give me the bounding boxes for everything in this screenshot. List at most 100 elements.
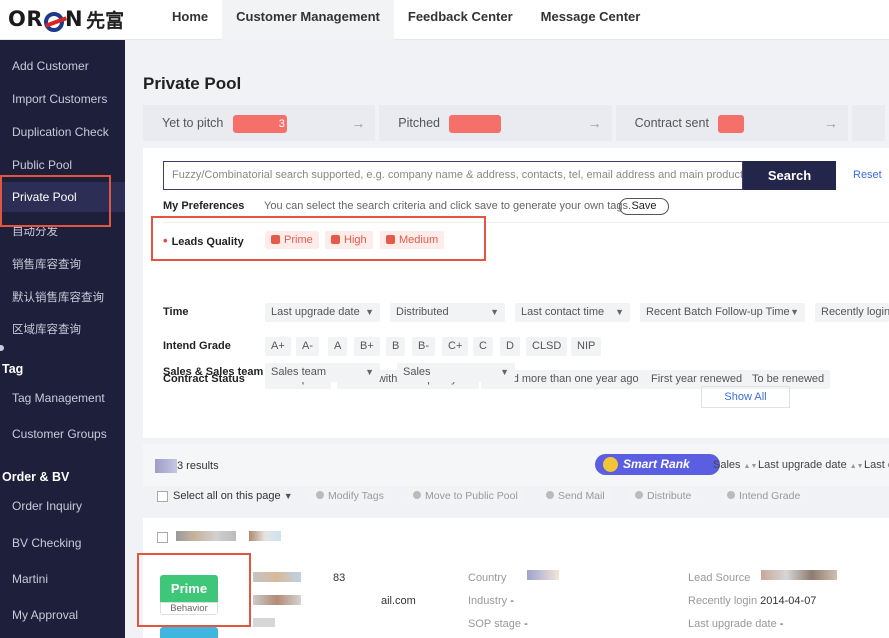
logo-text-right: N [65, 7, 84, 31]
recent-login-value: 2014-04-07 [760, 595, 817, 607]
orion-logo[interactable]: OR N 先富 [8, 6, 124, 32]
step-count-redacted [449, 114, 502, 133]
industry-label: Industry [468, 595, 508, 607]
dropdown-label: Last contact time [521, 306, 605, 318]
contact-redacted [253, 572, 301, 582]
sort-label: Last upgrade date [758, 459, 847, 471]
grade-chip[interactable]: B [386, 337, 406, 356]
grade-chip[interactable]: A [328, 337, 348, 356]
lead-source-field: Lead Source [688, 572, 750, 584]
distribute-button[interactable]: Distribute [627, 488, 700, 505]
grade-chip[interactable]: A+ [265, 337, 291, 356]
sidebar-item-bv-checking[interactable]: BV Checking [0, 528, 125, 558]
step-next[interactable] [851, 105, 885, 141]
sidebar-item-duplication-check[interactable]: Duplication Check [0, 117, 125, 147]
dropdown-sales[interactable]: Sales ▼ [397, 363, 515, 382]
send-mail-button[interactable]: Send Mail [538, 488, 613, 505]
grade-chip[interactable]: B- [412, 337, 435, 356]
smart-rank-label: Smart Rank [623, 457, 690, 471]
select-all-checkbox[interactable] [157, 491, 168, 502]
industry-value: - [510, 595, 514, 607]
step-contract-sent[interactable]: Contract sent → [615, 105, 848, 141]
top-navigation-bar: OR N 先富 Home Customer Management Feedbac… [0, 0, 889, 40]
save-preferences-button[interactable]: Save [619, 198, 669, 215]
sales-team-label: Sales & Sales team [163, 366, 264, 378]
grade-chip[interactable]: A- [296, 337, 319, 356]
sidebar-item-sales-capacity[interactable]: 销售库容查询 [0, 249, 125, 279]
sidebar-item-default-sales-capacity[interactable]: 默认销售库容查询 [0, 282, 125, 312]
customer-card: Prime Behavior 83 ail.com Country Indust… [143, 518, 889, 638]
bulk-label: Send Mail [558, 490, 605, 502]
chevron-down-icon: ▼ [365, 307, 374, 317]
email-fragment[interactable]: ail.com [381, 595, 416, 607]
step-yet-to-pitch[interactable]: Yet to pitch 3 → [143, 105, 376, 141]
sidebar: Add Customer Import Customers Duplicatio… [0, 40, 125, 638]
intend-grade-button[interactable]: Intend Grade [719, 488, 809, 505]
highlight-box-leads-quality [151, 216, 486, 261]
dropdown-label: Sales team [271, 366, 327, 378]
step-label: Yet to pitch [162, 116, 224, 130]
address-redacted [253, 618, 275, 627]
page-title: Private Pool [143, 74, 242, 93]
reset-link[interactable]: Reset [853, 169, 882, 181]
dropdown-last-upgrade-date[interactable]: Last upgrade date ▼ [265, 303, 380, 322]
nav-customer-management[interactable]: Customer Management [222, 0, 394, 40]
sidebar-item-import-customers[interactable]: Import Customers [0, 84, 125, 114]
bulk-label: Modify Tags [328, 490, 384, 502]
nav-feedback-center[interactable]: Feedback Center [394, 0, 527, 40]
sort-sales[interactable]: Sales ▲▼ [713, 459, 757, 471]
sidebar-group-order-bv: Order & BV [2, 470, 70, 484]
dropdown-sales-team[interactable]: Sales team ▼ [265, 363, 380, 382]
results-count-text: 3 results [177, 459, 219, 472]
grade-chip[interactable]: D [500, 337, 520, 356]
show-all-button[interactable]: Show All [701, 386, 790, 408]
step-pitched[interactable]: Pitched → [379, 105, 612, 141]
dropdown-label: Sales [403, 366, 431, 378]
arrow-right-icon: → [823, 115, 838, 131]
sidebar-item-order-inquiry[interactable]: Order Inquiry [0, 491, 125, 521]
step-count-redacted [718, 114, 745, 133]
results-bar: 3 results Smart Rank Sales ▲▼ Last upgrad… [143, 444, 889, 486]
dropdown-recent-batch-follow-up[interactable]: Recent Batch Follow-up Time ▼ [640, 303, 805, 322]
sidebar-item-customer-groups[interactable]: Customer Groups [0, 419, 125, 449]
grade-chip[interactable]: B+ [354, 337, 380, 356]
grade-chip[interactable]: C [473, 337, 493, 356]
sort-arrows-icon: ▲▼ [849, 463, 864, 470]
sidebar-item-martini[interactable]: Martini [0, 564, 125, 594]
recently-login-field: Recently login 2014-04-07 [688, 595, 816, 607]
step-count: 3 [232, 114, 287, 133]
lead-source-label: Lead Source [688, 572, 751, 584]
phone-fragment: 83 [333, 572, 345, 584]
search-button[interactable]: Search [743, 161, 836, 190]
modify-tags-button[interactable]: Modify Tags [308, 488, 392, 505]
company-name-redacted [176, 531, 236, 541]
select-all-label[interactable]: Select all on this page ▼ [173, 490, 293, 502]
search-input[interactable]: Fuzzy/Combinatorial search supported, e.… [163, 161, 743, 190]
dropdown-last-contact-time[interactable]: Last contact time ▼ [515, 303, 630, 322]
row-checkbox[interactable] [157, 532, 168, 543]
sidebar-item-add-customer[interactable]: Add Customer [0, 51, 125, 81]
dropdown-label: Distributed [396, 306, 449, 318]
dropdown-recently-login[interactable]: Recently login [815, 303, 889, 322]
sidebar-item-regional-capacity[interactable]: 区域库容查询 [0, 314, 125, 344]
grade-chip[interactable]: NIP [571, 337, 602, 356]
sort-last-upgrade-date[interactable]: Last upgrade date ▲▼ [758, 459, 864, 471]
sidebar-item-my-approval[interactable]: My Approval [0, 600, 125, 630]
last-upgrade-date-field: Last upgrade date - [688, 618, 783, 630]
nav-home[interactable]: Home [158, 0, 222, 40]
nav-message-center[interactable]: Message Center [527, 0, 655, 40]
last-upgrade-label: Last upgrade date [688, 618, 777, 630]
time-label: Time [163, 306, 189, 318]
pipeline-steps: Yet to pitch 3 → Pitched → Contract sent… [143, 105, 889, 141]
move-icon [413, 491, 421, 499]
smart-rank-button[interactable]: Smart Rank [595, 454, 720, 475]
select-all-text: Select all on this page [173, 490, 281, 502]
sort-last-contact[interactable]: Last c [864, 459, 889, 471]
chevron-down-icon: ▼ [490, 307, 499, 317]
grade-chip[interactable]: CLSD [526, 337, 568, 356]
results-count-redacted [155, 459, 177, 473]
dropdown-distributed[interactable]: Distributed ▼ [390, 303, 505, 322]
sidebar-item-tag-management[interactable]: Tag Management [0, 383, 125, 413]
grade-chip[interactable]: C+ [442, 337, 469, 356]
move-to-public-pool-button[interactable]: Move to Public Pool [405, 488, 526, 505]
